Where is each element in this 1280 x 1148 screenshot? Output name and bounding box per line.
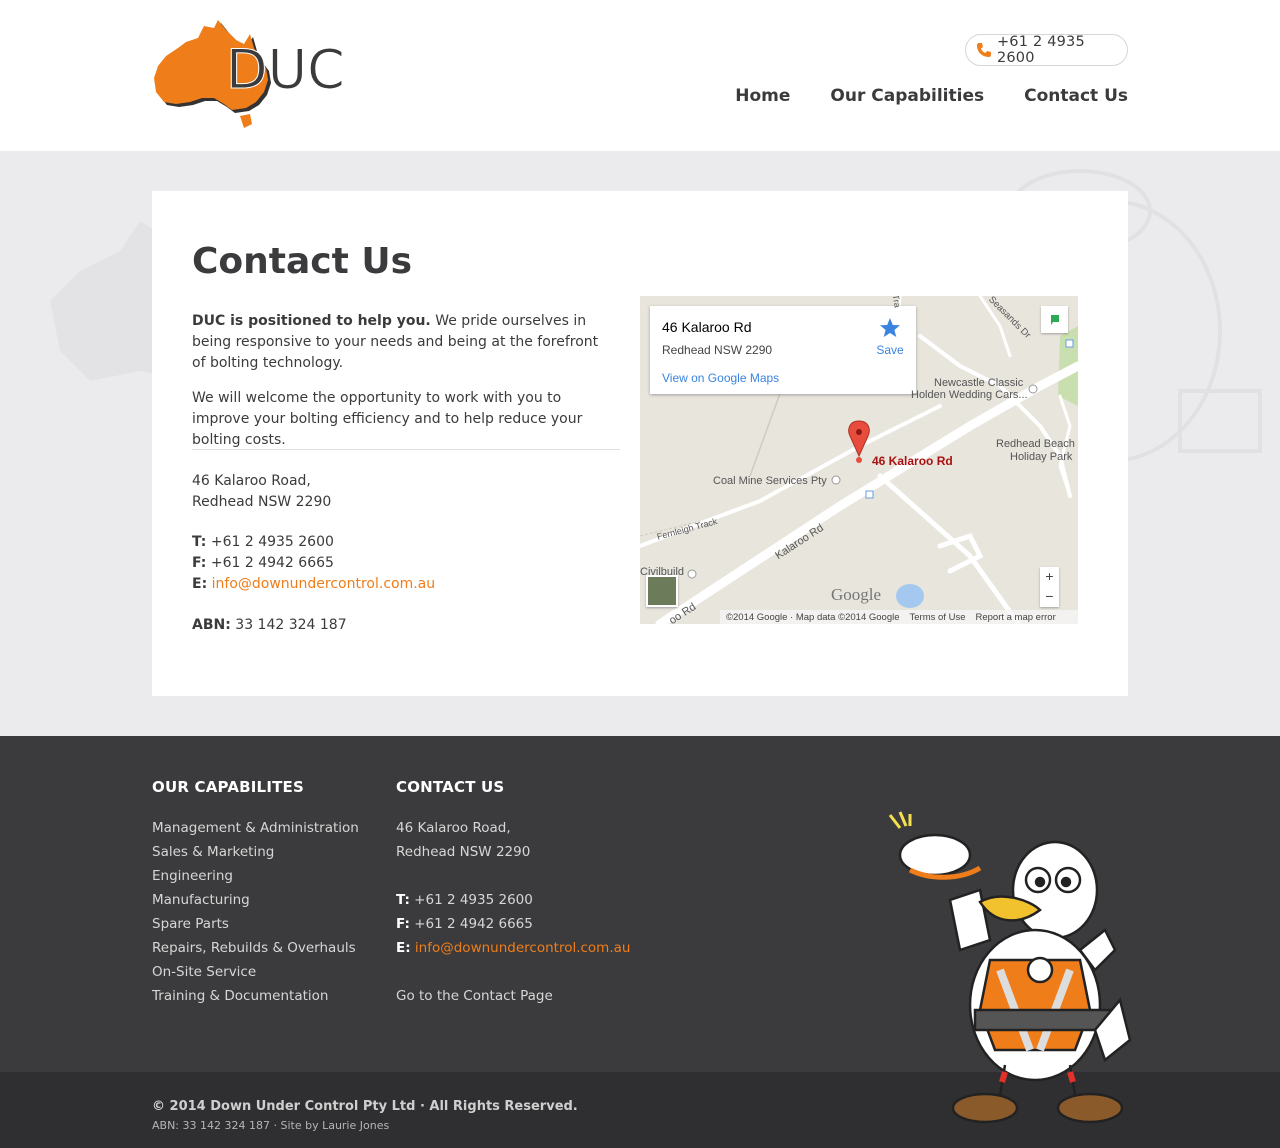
fax-label: F: bbox=[192, 555, 207, 571]
phone-icon bbox=[976, 43, 991, 57]
footer-contact-heading: CONTACT US bbox=[396, 778, 505, 796]
map-label-coal-mine: Coal Mine Services Pty bbox=[713, 475, 827, 487]
zoom-out-button[interactable]: − bbox=[1040, 587, 1059, 607]
footer-spacer bbox=[396, 960, 630, 984]
map-info-subtitle: Redhead NSW 2290 bbox=[662, 343, 773, 357]
footer-contact-page-link[interactable]: Go to the Contact Page bbox=[396, 988, 553, 1004]
phone-value: +61 2 4935 2600 bbox=[210, 534, 334, 550]
map-bookmark-button[interactable] bbox=[1041, 306, 1068, 333]
footer-cap-link[interactable]: Training & Documentation bbox=[152, 988, 328, 1004]
fax-value: +61 2 4942 6665 bbox=[210, 555, 334, 571]
intro-text: DUC is positioned to help you. We pride … bbox=[192, 311, 612, 465]
duck-mascot-icon bbox=[888, 811, 1132, 1124]
footer-fax: +61 2 4942 6665 bbox=[414, 916, 533, 932]
footer-email-link[interactable]: info@downundercontrol.com.au bbox=[415, 940, 631, 956]
map-label-holiday-park: Holiday Park bbox=[1010, 451, 1073, 463]
address-line1: 46 Kalaroo Road, bbox=[192, 473, 311, 489]
footer-fax-label: F: bbox=[396, 916, 410, 932]
footer-email-label: E: bbox=[396, 940, 411, 956]
email-label: E: bbox=[192, 576, 208, 592]
map-label-newcastle: Newcastle Classic bbox=[934, 377, 1024, 389]
australia-logo-icon: DUC bbox=[154, 20, 345, 128]
google-map[interactable]: 46 Kalaroo Rd Redhead NSW 2290 View on G… bbox=[640, 296, 1078, 624]
map-info-window: 46 Kalaroo Rd Redhead NSW 2290 View on G… bbox=[650, 306, 916, 394]
page-title: Contact Us bbox=[192, 241, 413, 282]
header-phone: +61 2 4935 2600 bbox=[996, 34, 1085, 66]
divider bbox=[192, 449, 620, 450]
contact-card: Contact Us DUC is positioned to help you… bbox=[152, 191, 1128, 696]
footer-cap-link[interactable]: Sales & Marketing bbox=[152, 844, 274, 860]
view-on-google-maps-link[interactable]: View on Google Maps bbox=[662, 371, 779, 385]
map-info-title: 46 Kalaroo Rd bbox=[662, 319, 752, 335]
map-copyright: ©2014 Google · Map data ©2014 Google bbox=[726, 611, 900, 623]
footer-cap-heading: OUR CAPABILITES bbox=[152, 778, 304, 796]
phone-label: T: bbox=[192, 534, 207, 550]
abn: ABN: 33 142 324 187 bbox=[192, 615, 347, 636]
footer-cap-link[interactable]: Engineering bbox=[152, 868, 233, 884]
map-save-label: Save bbox=[876, 343, 904, 357]
footer-contact: CONTACT US 46 Kalaroo Road, Redhead NSW … bbox=[396, 778, 630, 1008]
bookmark-icon bbox=[1050, 314, 1059, 325]
intro-paragraph-1: DUC is positioned to help you. We pride … bbox=[192, 311, 612, 374]
phone-pill[interactable]: +61 2 4935 2600 bbox=[965, 34, 1128, 66]
map-terms-link[interactable]: Terms of Use bbox=[910, 612, 966, 623]
duc-logo[interactable]: DUC bbox=[152, 18, 374, 132]
zoom-in-button[interactable]: + bbox=[1040, 567, 1059, 587]
footer-cap-link[interactable]: On-Site Service bbox=[152, 964, 256, 980]
map-zoom-control: + − bbox=[1040, 567, 1059, 607]
intro-bold: DUC is positioned to help you. bbox=[192, 313, 431, 329]
map-label-tra: Tra bbox=[890, 296, 903, 309]
footer-copyright: © 2014 Down Under Control Pty Ltd · All … bbox=[152, 1099, 578, 1114]
satellite-thumbnail[interactable] bbox=[646, 575, 678, 607]
address-line2: Redhead NSW 2290 bbox=[192, 494, 332, 510]
intro-paragraph-2: We will welcome the opportunity to work … bbox=[192, 390, 583, 448]
footer-address-line2: Redhead NSW 2290 bbox=[396, 844, 531, 860]
main-nav: Home Our Capabilities Contact Us bbox=[735, 86, 1128, 106]
nav-home[interactable]: Home bbox=[735, 86, 790, 106]
footer-capabilities: OUR CAPABILITES Management & Administrat… bbox=[152, 778, 359, 1008]
address: 46 Kalaroo Road, Redhead NSW 2290 bbox=[192, 471, 331, 513]
footer-cap-link[interactable]: Spare Parts bbox=[152, 916, 229, 932]
google-watermark: Google bbox=[831, 585, 882, 604]
footer-phone-label: T: bbox=[396, 892, 410, 908]
footer-address-line1: 46 Kalaroo Road, bbox=[396, 820, 511, 836]
star-icon bbox=[880, 318, 900, 337]
email-link[interactable]: info@downundercontrol.com.au bbox=[212, 576, 436, 592]
map-footer: ©2014 Google · Map data ©2014 Google Ter… bbox=[720, 610, 1078, 624]
footer-abn-credit: ABN: 33 142 324 187 · Site by Laurie Jon… bbox=[152, 1119, 390, 1132]
svg-text:DUC: DUC bbox=[226, 38, 345, 101]
footer-phone: +61 2 4935 2600 bbox=[414, 892, 533, 908]
map-label-holden: Holden Wedding Cars... bbox=[911, 389, 1028, 401]
site-header: DUC +61 2 4935 2600 Home Our Capabilitie… bbox=[0, 0, 1280, 151]
contact-details: T: +61 2 4935 2600 F: +61 2 4942 6665 E:… bbox=[192, 532, 435, 595]
map-save-button[interactable]: Save bbox=[875, 316, 905, 357]
footer-spacer bbox=[396, 864, 630, 888]
map-label-marker: 46 Kalaroo Rd bbox=[872, 454, 953, 468]
map-report-link[interactable]: Report a map error bbox=[975, 612, 1055, 623]
footer-cap-link[interactable]: Management & Administration bbox=[152, 820, 359, 836]
map-label-redhead-beach: Redhead Beach bbox=[996, 438, 1075, 450]
footer-cap-link[interactable]: Repairs, Rebuilds & Overhauls bbox=[152, 940, 356, 956]
abn-label: ABN: bbox=[192, 617, 231, 633]
footer-cap-link[interactable]: Manufacturing bbox=[152, 892, 250, 908]
abn-value: 33 142 324 187 bbox=[235, 617, 347, 633]
nav-capabilities[interactable]: Our Capabilities bbox=[830, 86, 984, 106]
nav-contact[interactable]: Contact Us bbox=[1024, 86, 1128, 106]
